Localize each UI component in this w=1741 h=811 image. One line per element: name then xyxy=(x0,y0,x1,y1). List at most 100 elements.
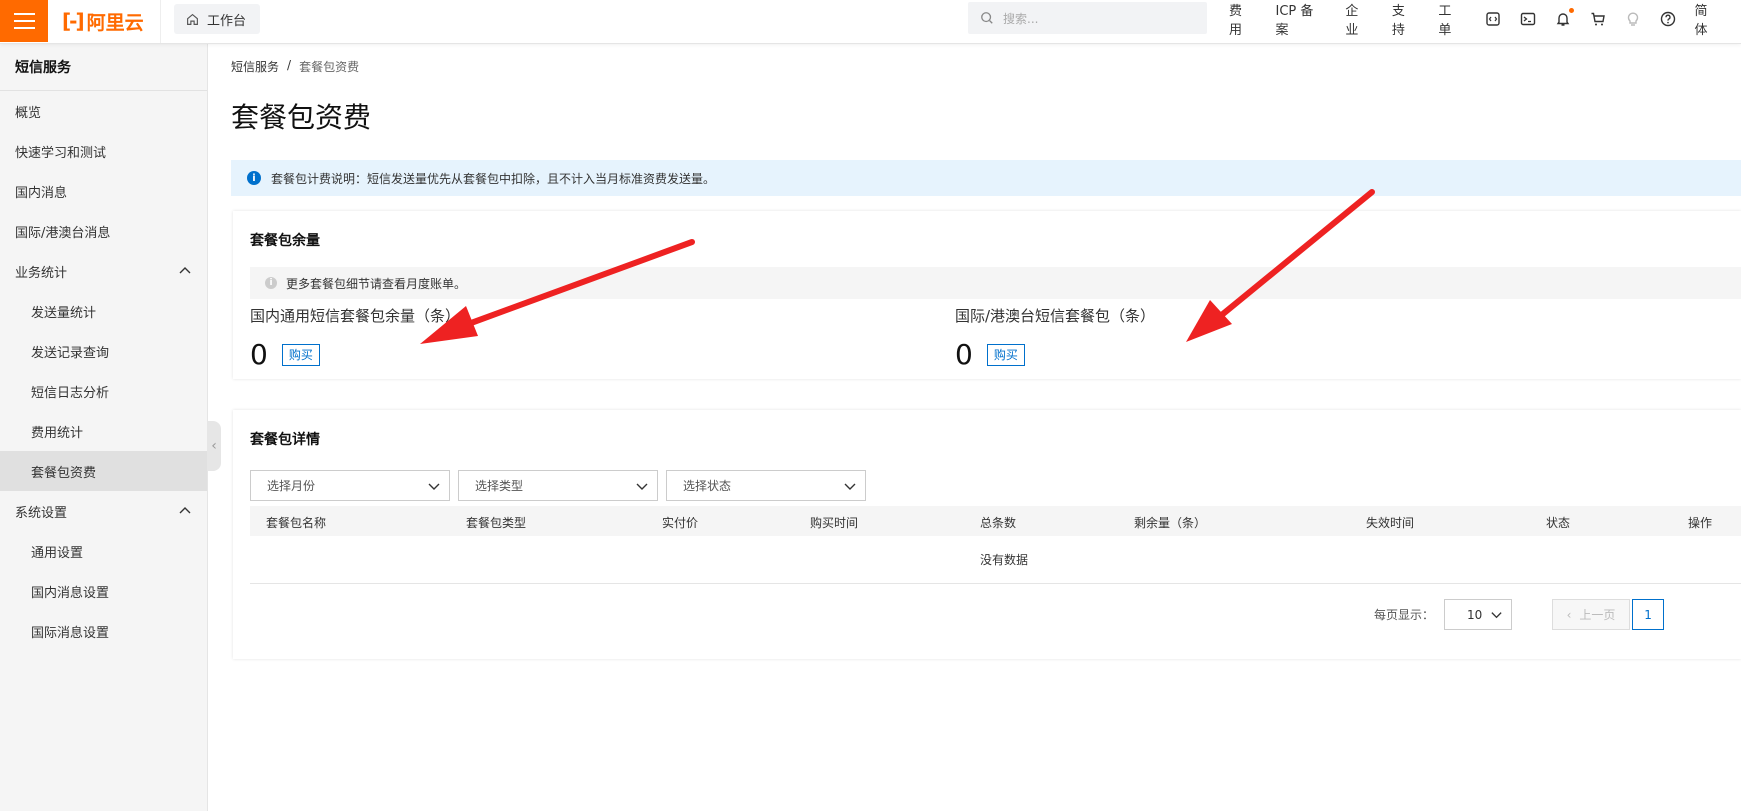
sidebar-item-label: 短信日志分析 xyxy=(31,385,110,401)
sidebar-item-label: 发送记录查询 xyxy=(31,345,110,361)
sidebar-item-label: 国际/港澳台消息 xyxy=(15,225,111,241)
chevron-down-icon xyxy=(1491,612,1502,619)
balance-label: 国内通用短信套餐包余量（条） xyxy=(250,307,461,325)
sidebar-item-international-settings[interactable]: 国际消息设置 xyxy=(0,611,207,651)
pagination: 每页显示： 10 ‹ 上一页 1 xyxy=(1374,599,1665,630)
page-number-button[interactable]: 1 xyxy=(1632,599,1665,630)
prev-page-button[interactable]: ‹ 上一页 xyxy=(1552,599,1631,630)
hint-text: 更多套餐包细节请查看月度账单。 xyxy=(286,276,467,291)
column-header: 套餐包名称 xyxy=(266,516,327,530)
nav-ticket[interactable]: 工单 xyxy=(1438,0,1462,38)
notification-dot xyxy=(1568,8,1574,13)
language-switch[interactable]: 简体 xyxy=(1694,0,1718,38)
billing-notice: i 套餐包计费说明：短信发送量优先从套餐包中扣除，且不计入当月标准资费发送量。 xyxy=(231,160,1741,196)
column-header: 剩余量（条） xyxy=(1134,516,1207,530)
aliyun-logo[interactable]: [-] 阿里云 xyxy=(62,9,144,34)
terminal-icon[interactable] xyxy=(1520,10,1537,28)
sidebar-item-label: 国际消息设置 xyxy=(31,625,110,641)
logo-text: 阿里云 xyxy=(86,11,144,34)
chevron-down-icon xyxy=(428,483,440,490)
column-header: 购买时间 xyxy=(810,516,859,530)
type-select[interactable]: 选择类型 xyxy=(458,470,658,501)
nav-billing[interactable]: 费用 xyxy=(1229,0,1253,38)
cart-icon[interactable] xyxy=(1590,10,1607,28)
status-select[interactable]: 选择状态 xyxy=(666,470,866,501)
column-header: 总条数 xyxy=(980,516,1017,530)
nav-support[interactable]: 支持 xyxy=(1392,0,1416,38)
sidebar-group-statistics[interactable]: 业务统计 xyxy=(0,251,207,291)
sidebar-item-send-records[interactable]: 发送记录查询 xyxy=(0,331,207,371)
column-header: 状态 xyxy=(1546,516,1571,530)
package-detail-card: 套餐包详情 选择月份 选择类型 选择状态 套餐包名称 套餐包类型 实付价 购买时… xyxy=(233,410,1741,659)
hint-bar: i 更多套餐包细节请查看月度账单。 xyxy=(250,267,1741,299)
help-icon[interactable] xyxy=(1660,10,1677,28)
sidebar-item-label: 费用统计 xyxy=(31,425,84,441)
sidebar-item-label: 国内消息设置 xyxy=(31,585,110,601)
column-header: 套餐包类型 xyxy=(466,516,527,530)
breadcrumb-root[interactable]: 短信服务 xyxy=(231,58,279,75)
sidebar-item-overview[interactable]: 概览 xyxy=(0,91,207,131)
nav-icp[interactable]: ICP 备案 xyxy=(1275,0,1323,38)
sidebar-item-quickstart[interactable]: 快速学习和测试 xyxy=(0,131,207,171)
chevron-left-icon: ‹ xyxy=(1566,607,1572,622)
chevron-up-icon xyxy=(179,507,191,514)
sidebar-item-label: 概览 xyxy=(15,105,42,121)
search-placeholder: 搜索... xyxy=(1003,11,1039,26)
chevron-down-icon xyxy=(844,483,856,490)
page-size-label: 每页显示： xyxy=(1374,608,1435,622)
buy-domestic-button[interactable]: 购买 xyxy=(281,343,320,366)
sidebar-item-cost-stats[interactable]: 费用统计 xyxy=(0,411,207,451)
page-size-value: 10 xyxy=(1467,607,1483,622)
empty-state: 没有数据 xyxy=(250,536,1741,584)
bell-icon[interactable] xyxy=(1555,8,1574,28)
column-header: 操作 xyxy=(1688,516,1713,530)
domestic-balance: 国内通用短信套餐包余量（条） 0 购买 xyxy=(250,305,460,371)
info-icon: i xyxy=(265,277,277,289)
sidebar-item-domestic-settings[interactable]: 国内消息设置 xyxy=(0,571,207,611)
code-icon[interactable] xyxy=(1485,10,1502,28)
breadcrumb: 短信服务 / 套餐包资费 xyxy=(231,58,359,75)
sidebar-item-label: 通用设置 xyxy=(31,545,84,561)
lightbulb-icon[interactable] xyxy=(1625,10,1642,28)
page-size-select[interactable]: 10 xyxy=(1444,599,1513,630)
sidebar-item-package-pricing[interactable]: 套餐包资费 xyxy=(0,451,207,491)
sidebar-item-label: 系统设置 xyxy=(15,505,68,521)
page-title: 套餐包资费 xyxy=(231,101,372,134)
search-icon xyxy=(981,12,993,24)
menu-icon[interactable] xyxy=(0,0,48,42)
prev-label: 上一页 xyxy=(1579,608,1616,622)
sidebar-item-label: 套餐包资费 xyxy=(31,465,97,481)
select-placeholder: 选择月份 xyxy=(267,479,316,493)
balance-label: 国际/港澳台短信套餐包（条） xyxy=(955,307,1156,325)
sidebar-item-log-analysis[interactable]: 短信日志分析 xyxy=(0,371,207,411)
buy-international-button[interactable]: 购买 xyxy=(986,343,1025,366)
sidebar-group-settings[interactable]: 系统设置 xyxy=(0,491,207,531)
breadcrumb-separator: / xyxy=(287,58,292,72)
sidebar-item-send-stats[interactable]: 发送量统计 xyxy=(0,291,207,331)
sidebar-item-domestic[interactable]: 国内消息 xyxy=(0,171,207,211)
home-icon xyxy=(187,13,198,25)
sidebar-title: 短信服务 xyxy=(0,44,207,91)
sidebar: 短信服务 概览 快速学习和测试 国内消息 国际/港澳台消息 业务统计 发送量统计… xyxy=(0,44,208,811)
filter-bar: 选择月份 选择类型 选择状态 xyxy=(250,470,866,501)
balance-value: 0 xyxy=(250,338,268,371)
column-header: 实付价 xyxy=(662,516,699,530)
international-balance: 国际/港澳台短信套餐包（条） 0 购买 xyxy=(955,305,1155,371)
sidebar-item-international[interactable]: 国际/港澳台消息 xyxy=(0,211,207,251)
breadcrumb-current: 套餐包资费 xyxy=(299,60,360,74)
sidebar-item-label: 快速学习和测试 xyxy=(15,145,107,161)
workbench-button[interactable]: 工作台 xyxy=(174,4,261,34)
column-header: 失效时间 xyxy=(1366,516,1415,530)
sidebar-item-label: 业务统计 xyxy=(15,265,68,281)
sidebar-item-label: 发送量统计 xyxy=(31,305,97,321)
month-select[interactable]: 选择月份 xyxy=(250,470,450,501)
logo-mark-icon: [-] xyxy=(62,9,85,33)
package-balance-card: 套餐包余量 i 更多套餐包细节请查看月度账单。 国内通用短信套餐包余量（条） 0… xyxy=(233,211,1741,379)
search-input[interactable]: 搜索... xyxy=(968,2,1207,34)
nav-enterprise[interactable]: 企业 xyxy=(1345,0,1369,38)
select-placeholder: 选择状态 xyxy=(683,479,732,493)
sidebar-item-label: 国内消息 xyxy=(15,185,68,201)
card-title: 套餐包详情 xyxy=(250,432,320,448)
chevron-down-icon xyxy=(636,483,648,490)
sidebar-item-general-settings[interactable]: 通用设置 xyxy=(0,531,207,571)
